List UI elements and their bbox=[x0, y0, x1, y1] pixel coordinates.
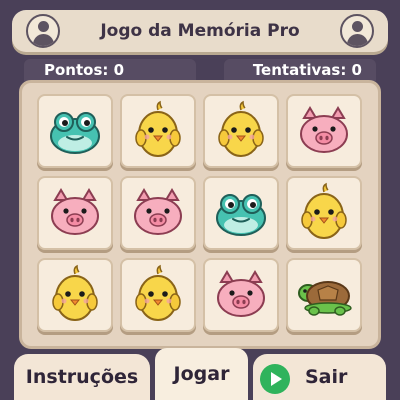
memory-card[interactable] bbox=[203, 94, 279, 168]
score-label: Pontos: 0 bbox=[24, 59, 196, 81]
game-title: Jogo da Memória Pro bbox=[100, 21, 300, 41]
memory-card[interactable] bbox=[203, 176, 279, 250]
memory-card[interactable] bbox=[37, 258, 113, 332]
memory-card[interactable] bbox=[120, 176, 196, 250]
memory-card[interactable] bbox=[37, 176, 113, 250]
memory-card[interactable] bbox=[286, 176, 362, 250]
player-two-avatar-icon[interactable] bbox=[340, 14, 374, 48]
memory-card[interactable] bbox=[120, 94, 196, 168]
card-board bbox=[19, 80, 381, 349]
attempts-label: Tentativas: 0 bbox=[224, 59, 376, 81]
memory-card[interactable] bbox=[286, 94, 362, 168]
memory-card[interactable] bbox=[286, 258, 362, 332]
player-one-avatar-icon[interactable] bbox=[26, 14, 60, 48]
play-button[interactable]: Jogar bbox=[155, 348, 248, 400]
footer-bar: Instruções Jogar Sair bbox=[0, 348, 400, 400]
memory-card[interactable] bbox=[203, 258, 279, 332]
play-icon[interactable] bbox=[260, 364, 290, 394]
header-bar: Jogo da Memória Pro bbox=[12, 10, 388, 52]
memory-card[interactable] bbox=[37, 94, 113, 168]
instructions-button[interactable]: Instruções bbox=[14, 354, 150, 400]
memory-card[interactable] bbox=[120, 258, 196, 332]
